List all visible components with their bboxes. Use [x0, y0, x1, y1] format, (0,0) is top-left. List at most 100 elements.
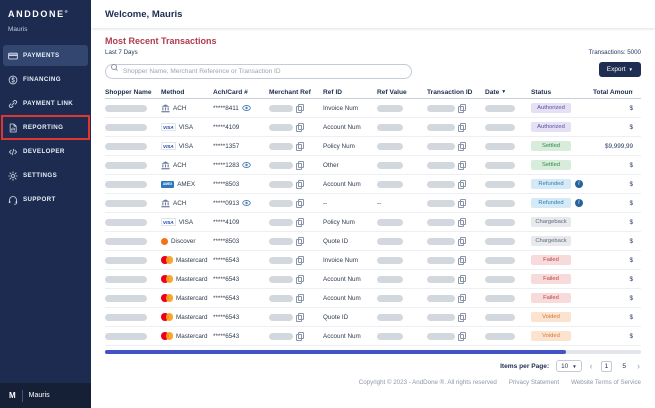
transaction-id-cell	[427, 332, 485, 341]
sidebar-user-menu[interactable]: M Mauris	[0, 383, 91, 408]
column-header-ref-value: Ref Value	[377, 89, 427, 96]
copy-icon[interactable]	[296, 161, 304, 170]
copy-icon[interactable]	[458, 218, 466, 227]
prev-page-button[interactable]: ‹	[589, 362, 594, 371]
method-label: Mastercard	[176, 295, 208, 302]
copy-icon[interactable]	[296, 237, 304, 246]
copy-icon[interactable]	[458, 142, 466, 151]
copy-icon[interactable]	[296, 199, 304, 208]
date-placeholder	[485, 200, 515, 207]
site-footer: Copyright © 2023 - AndDone ®. All rights…	[105, 379, 641, 390]
copy-icon[interactable]	[296, 294, 304, 303]
info-icon[interactable]	[575, 199, 583, 207]
transaction-row[interactable]: VISAVISA*****4109Policy NumChargeback$	[105, 213, 641, 232]
search-input[interactable]	[105, 64, 412, 79]
copy-icon[interactable]	[296, 104, 304, 113]
card-number-cell: *****1283	[213, 162, 269, 169]
reveal-eye-icon[interactable]	[242, 105, 251, 111]
transaction-row[interactable]: ACH*****1283OtherSettled$	[105, 156, 641, 175]
sidebar-item-payment-link[interactable]: PAYMENT LINK	[3, 93, 88, 114]
copy-icon[interactable]	[296, 313, 304, 322]
transaction-id-cell	[427, 142, 485, 151]
ref-value-cell	[377, 295, 427, 302]
transaction-row[interactable]: Discover*****8503Quote IDChargeback$	[105, 232, 641, 251]
copy-icon[interactable]	[458, 161, 466, 170]
ref-id-cell: Account Num	[323, 181, 377, 188]
horizontal-scrollbar[interactable]	[105, 350, 641, 354]
brand-logo-text: ANDDONE	[8, 9, 65, 19]
next-page-button[interactable]: ›	[636, 362, 641, 371]
method-cell: Mastercard	[161, 256, 213, 264]
export-button[interactable]: Export ▼	[599, 62, 641, 77]
transaction-row[interactable]: Mastercard*****6543Account NumFailed$	[105, 270, 641, 289]
method-cell: ACH	[161, 199, 213, 208]
developer-code-icon	[8, 147, 18, 157]
column-header-status: Status	[531, 89, 593, 96]
shopper-name-cell	[105, 124, 161, 131]
copy-icon[interactable]	[458, 275, 466, 284]
date-placeholder	[485, 162, 515, 169]
amount-text: $	[629, 200, 633, 207]
page-number-last[interactable]: 5	[619, 362, 629, 371]
transaction-row[interactable]: AMEXAMEX*****8503Account NumRefunded$	[105, 175, 641, 194]
meta-row: Last 7 Days Transactions: 5000	[105, 49, 641, 56]
status-cell: Voided	[531, 312, 593, 322]
transaction-row[interactable]: Mastercard*****6543Invoice NumFailed$	[105, 251, 641, 270]
sidebar-item-settings[interactable]: SETTINGS	[3, 165, 88, 186]
page-number-current[interactable]: 1	[601, 361, 613, 372]
transaction-row[interactable]: ACH*****0913----Refunded$	[105, 194, 641, 213]
column-header-total-amount: Total Amount	[593, 89, 633, 96]
copy-icon[interactable]	[296, 142, 304, 151]
sidebar-item-payments[interactable]: PAYMENTS	[3, 45, 88, 66]
copy-icon[interactable]	[458, 256, 466, 265]
copy-icon[interactable]	[458, 180, 466, 189]
ref-id-cell: Other	[323, 162, 377, 169]
items-per-page-select[interactable]: 10 ▼	[556, 360, 581, 372]
transaction-id-placeholder	[427, 238, 455, 245]
transaction-row[interactable]: VISAVISA*****1357Policy NumSettled$9,999…	[105, 137, 641, 156]
ref-id-cell: Quote ID	[323, 314, 377, 321]
copy-icon[interactable]	[296, 123, 304, 132]
copy-icon[interactable]	[458, 294, 466, 303]
info-icon[interactable]	[575, 180, 583, 188]
amount-cell: $	[593, 105, 633, 112]
sidebar-item-support[interactable]: SUPPORT	[3, 189, 88, 210]
shopper-name-placeholder	[105, 276, 147, 283]
reveal-eye-icon[interactable]	[242, 162, 251, 168]
copy-icon[interactable]	[296, 275, 304, 284]
sidebar-item-financing[interactable]: FINANCING	[3, 69, 88, 90]
ref-value-cell	[377, 219, 427, 226]
copy-icon[interactable]	[296, 218, 304, 227]
amount-text: $	[629, 238, 633, 245]
items-per-page-value: 10	[561, 363, 568, 370]
ref-value-placeholder	[377, 124, 403, 131]
copy-icon[interactable]	[296, 180, 304, 189]
ref-id-text: Account Num	[323, 181, 361, 188]
transaction-row[interactable]: Mastercard*****6543Quote IDVoided$	[105, 308, 641, 327]
copy-icon[interactable]	[296, 256, 304, 265]
transaction-row[interactable]: Mastercard*****6543Account NumFailed$	[105, 289, 641, 308]
status-badge: Chargeback	[531, 236, 571, 246]
transaction-row[interactable]: VISAVISA*****4109Account NumAuthorized$	[105, 118, 641, 137]
copy-icon[interactable]	[458, 237, 466, 246]
transaction-row[interactable]: ACH*****8411Invoice NumAuthorized$	[105, 99, 641, 118]
transaction-row[interactable]: Mastercard*****6543Account NumVoided$	[105, 327, 641, 346]
copy-icon[interactable]	[458, 104, 466, 113]
column-header-date[interactable]: Date▼	[485, 89, 531, 96]
amount-text: $	[629, 219, 633, 226]
reveal-eye-icon[interactable]	[242, 200, 251, 206]
pagination: Items per Page: 10 ▼ ‹ 1 5 ›	[105, 360, 641, 372]
copy-icon[interactable]	[458, 332, 466, 341]
transaction-id-placeholder	[427, 124, 455, 131]
sidebar-item-developer[interactable]: DEVELOPER	[3, 141, 88, 162]
sidebar-item-reporting[interactable]: REPORTING	[3, 117, 88, 138]
copy-icon[interactable]	[458, 199, 466, 208]
privacy-statement-link[interactable]: Privacy Statement	[509, 379, 559, 386]
copy-icon[interactable]	[296, 332, 304, 341]
terms-of-service-link[interactable]: Website Terms of Service	[571, 379, 641, 386]
content-area: Most Recent Transactions Last 7 Days Tra…	[91, 28, 655, 408]
copy-icon[interactable]	[458, 313, 466, 322]
date-cell	[485, 295, 531, 302]
copy-icon[interactable]	[458, 123, 466, 132]
scrollbar-thumb[interactable]	[105, 350, 566, 354]
